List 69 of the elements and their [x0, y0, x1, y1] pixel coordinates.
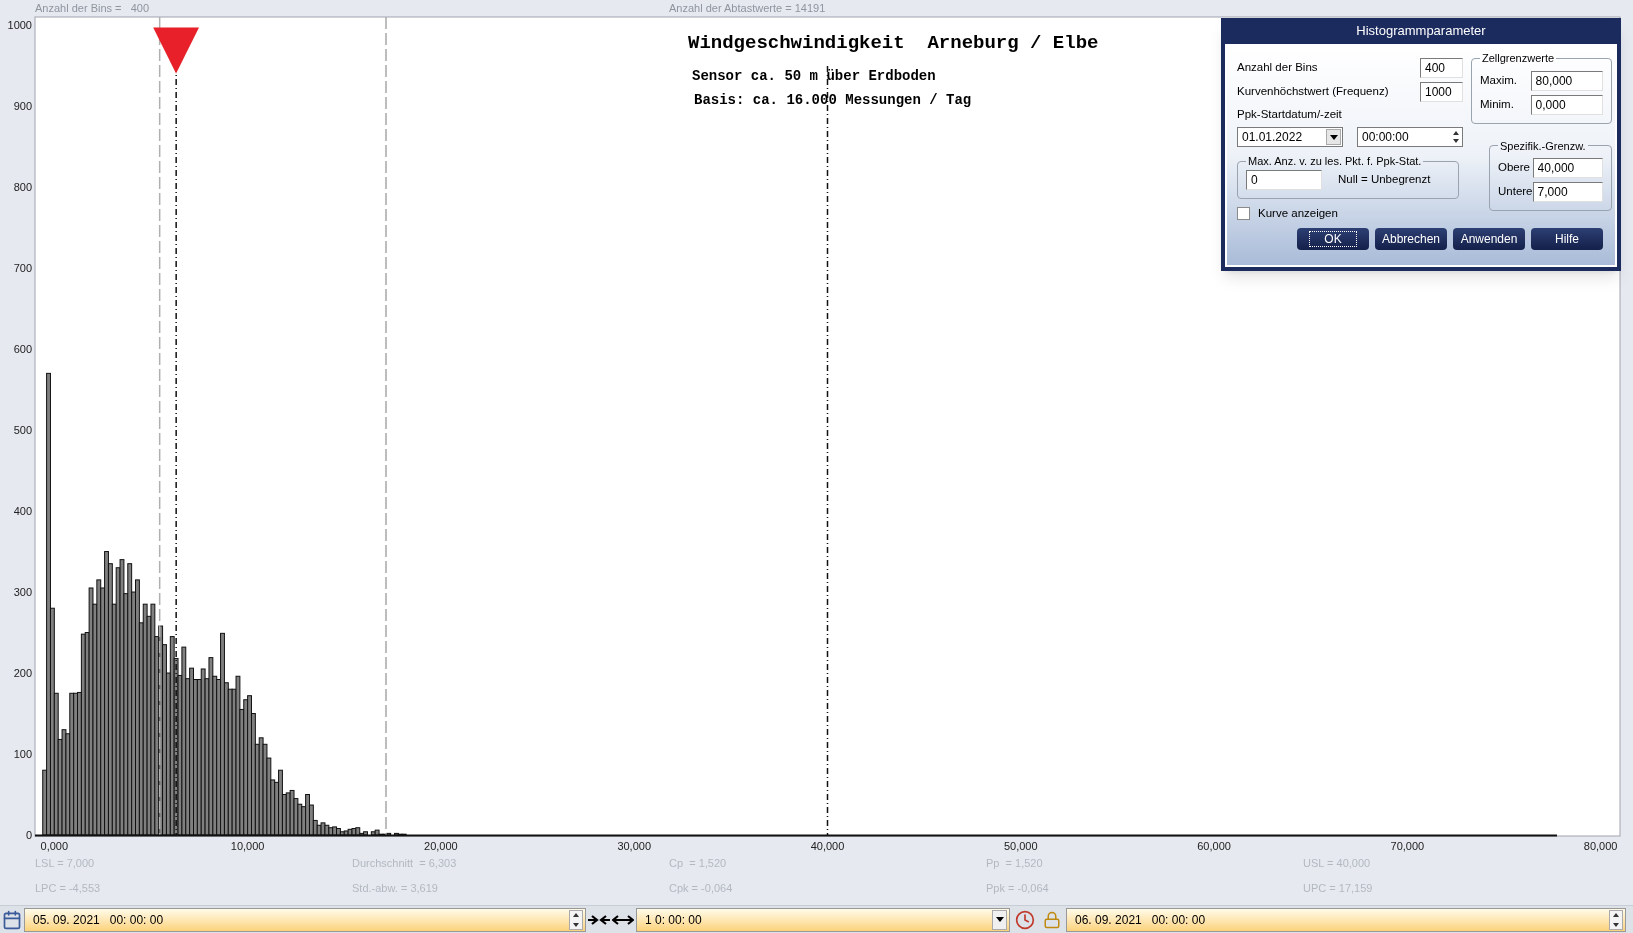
- y-tick-label: 400: [13, 505, 32, 518]
- bins-count-label: Anzahl der Bins = 400: [35, 1, 151, 16]
- checkbox[interactable]: [1237, 206, 1250, 220]
- dropdown-icon[interactable]: [1326, 129, 1341, 146]
- field-label: Untere: [1498, 184, 1533, 200]
- group-label: Max. Anz. v. zu les. Pkt. f. Ppk-Stat.: [1247, 154, 1423, 170]
- spinner-icon[interactable]: [569, 909, 583, 930]
- group-label: Spezifik.-Grenzw.: [1499, 138, 1587, 154]
- date-field[interactable]: 05. 09. 2021 00: 00: 00: [24, 907, 586, 932]
- duration-dropdown[interactable]: 1 0: 00: 00: [636, 907, 1010, 932]
- group-label: Zellgrenzwerte: [1481, 51, 1556, 66]
- y-tick-label: 100: [13, 748, 32, 760]
- input-field[interactable]: 1000: [1420, 82, 1463, 102]
- dialog-title: Histogrammparameter: [1355, 22, 1487, 41]
- x-tick-label: 70,000: [1390, 840, 1425, 852]
- dialog-button[interactable]: Hilfe: [1531, 228, 1603, 250]
- time-value: 00:00:00: [1362, 129, 1409, 147]
- marker-icon: ▼: [153, 16, 200, 80]
- y-tick-label: 200: [13, 667, 32, 679]
- date-time-value: 06. 09. 2021 00: 00: 00: [1075, 911, 1206, 929]
- date-time-value: 05. 09. 2021 00: 00: 00: [33, 911, 164, 929]
- y-tick-label: 800: [13, 181, 32, 194]
- y-tick-label: 500: [13, 424, 32, 437]
- y-tick-label: 700: [13, 262, 32, 275]
- x-tick-label: 40,000: [810, 840, 845, 852]
- dialog-button[interactable]: OK: [1297, 228, 1369, 250]
- input-field[interactable]: 40,000: [1532, 158, 1603, 178]
- input-field[interactable]: 7,000: [1532, 182, 1603, 202]
- date-value: 01.01.2022: [1242, 129, 1303, 147]
- y-tick-label: 900: [13, 100, 32, 113]
- date-dropdown[interactable]: 01.01.2022: [1237, 127, 1343, 148]
- dropdown-icon[interactable]: [992, 909, 1007, 930]
- time-spinner[interactable]: 00:00:00: [1357, 127, 1463, 148]
- x-tick-label: 30,000: [617, 840, 652, 852]
- input-field[interactable]: 400: [1420, 58, 1463, 78]
- chart-subtitle: Sensor ca. 50 m über Erdboden: [692, 67, 937, 86]
- checkbox-label: Kurve anzeigen: [1258, 205, 1338, 221]
- input-field[interactable]: 0,000: [1530, 94, 1603, 115]
- field-label: Minim.: [1480, 96, 1514, 112]
- x-tick-label: 60,000: [1197, 840, 1231, 852]
- x-tick-label: 20,000: [424, 840, 458, 852]
- y-tick-label: 0: [25, 829, 32, 841]
- y-tick-label: 300: [13, 586, 32, 599]
- spinner-icon[interactable]: [1609, 909, 1623, 930]
- x-tick-label: 0,000: [40, 840, 69, 852]
- chart-title: Windgeschwindigkeit Arneburg / Elbe: [688, 31, 1099, 56]
- x-tick-label: 10,000: [230, 840, 265, 852]
- field-label: Ppk-Startdatum/-zeit: [1237, 107, 1343, 122]
- calendar-icon[interactable]: [2, 909, 22, 930]
- field-label: Obere: [1498, 160, 1530, 176]
- input-field[interactable]: 0: [1246, 169, 1322, 190]
- input-field[interactable]: 80,000: [1530, 70, 1603, 91]
- chart-subtitle: Basis: ca. 16.000 Messungen / Tag: [694, 91, 972, 110]
- y-tick-label: 1000: [7, 19, 32, 32]
- field-label: Anzahl der Bins: [1237, 60, 1318, 76]
- arrows-inward-icon[interactable]: [588, 912, 610, 927]
- clock-icon[interactable]: [1015, 909, 1035, 930]
- y-tick-label: 600: [13, 343, 32, 356]
- hint-text: Null = Unbegrenzt: [1338, 172, 1431, 188]
- dialog-button[interactable]: Abbrechen: [1375, 228, 1447, 250]
- dialog-button[interactable]: Anwenden: [1453, 228, 1525, 250]
- sample-count-label: Anzahl der Abtastwerte = 14191: [669, 1, 826, 16]
- duration-value: 1 0: 00: 00: [645, 911, 702, 929]
- field-label: Kurvenhöchstwert (Frequenz): [1237, 84, 1389, 100]
- x-tick-label: 50,000: [1003, 840, 1038, 852]
- arrows-outward-icon[interactable]: [612, 912, 634, 927]
- x-tick-label: 80,000: [1583, 840, 1618, 852]
- field-label: Maxim.: [1480, 72, 1518, 88]
- date-field[interactable]: 06. 09. 2021 00: 00: 00: [1066, 907, 1626, 932]
